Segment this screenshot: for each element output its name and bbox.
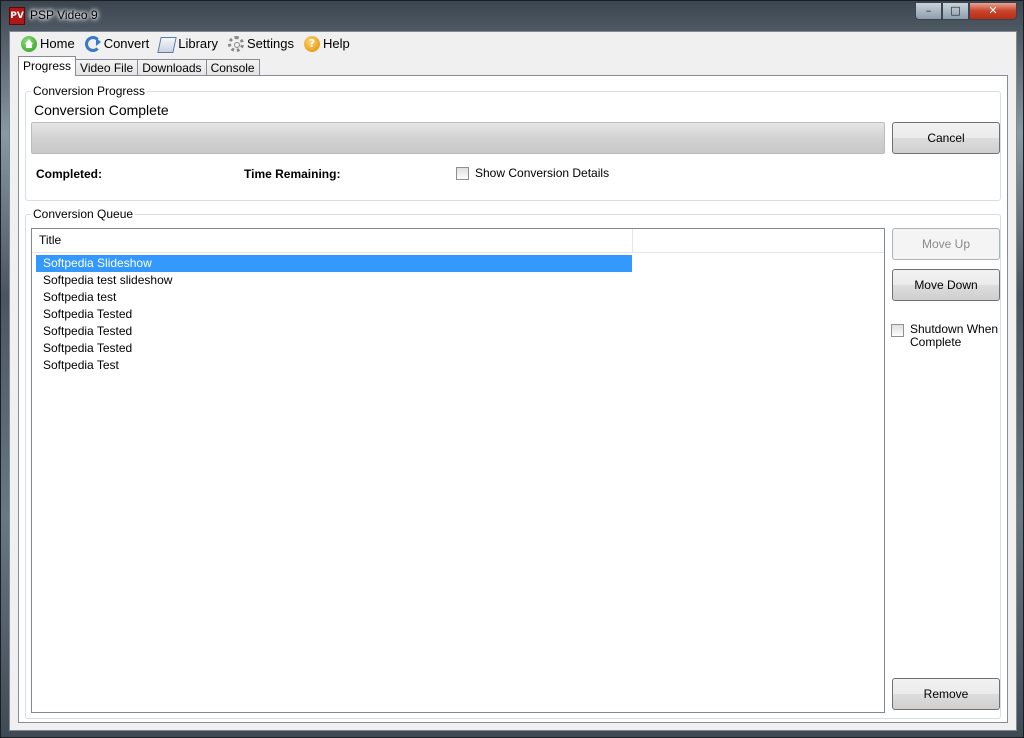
show-conversion-details-checkbox[interactable]: Show Conversion Details (456, 166, 609, 180)
shutdown-when-complete-checkbox[interactable]: Shutdown When Complete (891, 323, 1000, 349)
caption-buttons: – □ ✕ (915, 2, 1017, 20)
remove-button[interactable]: Remove (892, 678, 1000, 710)
menu-home[interactable]: Home (20, 34, 76, 54)
menu-library[interactable]: Library (157, 34, 219, 54)
tab-strip: Progress Video File Downloads Console (18, 56, 260, 76)
close-button[interactable]: ✕ (969, 2, 1017, 20)
conversion-progress-bar (31, 122, 885, 154)
menu-help-label: Help (322, 36, 350, 51)
column-header-title[interactable]: Title (32, 229, 633, 252)
completed-label: Completed: (36, 167, 102, 181)
shutdown-when-complete-box[interactable] (891, 324, 904, 337)
menu-bar: Home Convert Library Settings ? Help (10, 32, 1016, 55)
title-bar[interactable]: PV PSP Video 9 – □ ✕ (1, 1, 1023, 31)
app-icon[interactable]: PV (9, 7, 25, 25)
library-icon (157, 37, 177, 53)
move-down-button[interactable]: Move Down (892, 269, 1000, 301)
maximize-button[interactable]: □ (942, 2, 969, 20)
conversion-queue-legend: Conversion Queue (31, 207, 136, 221)
tab-video-file[interactable]: Video File (75, 59, 139, 76)
tab-console[interactable]: Console (205, 59, 260, 76)
menu-help[interactable]: ? Help (303, 34, 351, 54)
conversion-progress-legend: Conversion Progress (31, 84, 148, 98)
home-icon (21, 35, 37, 52)
menu-settings-label: Settings (246, 36, 294, 51)
tab-progress[interactable]: Progress (18, 56, 77, 76)
settings-icon (227, 35, 244, 52)
shutdown-when-complete-label: Shutdown When Complete (910, 322, 999, 349)
help-icon: ? (303, 35, 320, 52)
move-up-button[interactable]: Move Up (892, 228, 1000, 260)
convert-icon (84, 35, 101, 52)
menu-library-label: Library (178, 36, 218, 51)
menu-settings[interactable]: Settings (227, 34, 295, 54)
app-window: PV PSP Video 9 – □ ✕ Home Convert Librar… (0, 0, 1024, 738)
list-item[interactable]: Softpedia Tested (36, 340, 632, 357)
time-remaining-label: Time Remaining: (244, 167, 341, 181)
list-header: Title (32, 229, 884, 253)
menu-convert-label: Convert (103, 36, 150, 51)
tab-downloads[interactable]: Downloads (137, 59, 207, 76)
cancel-button[interactable]: Cancel (892, 122, 1000, 154)
list-item[interactable]: Softpedia Test (36, 357, 632, 374)
conversion-queue-list[interactable]: Title Softpedia Slideshow Softpedia test … (31, 228, 885, 713)
progress-tab-panel: Conversion Progress Conversion Complete … (18, 75, 1008, 723)
list-item[interactable]: Softpedia Tested (36, 306, 632, 323)
client-area: Home Convert Library Settings ? Help Pro… (9, 31, 1017, 731)
list-rows: Softpedia Slideshow Softpedia test slides… (32, 253, 884, 374)
show-conversion-details-label: Show Conversion Details (475, 166, 610, 180)
conversion-queue-group: Conversion Queue Title Softpedia Slidesh… (25, 207, 1001, 719)
menu-convert[interactable]: Convert (84, 34, 151, 54)
conversion-progress-group: Conversion Progress Conversion Complete … (25, 84, 1001, 201)
minimize-button[interactable]: – (915, 2, 942, 20)
menu-home-label: Home (40, 36, 75, 51)
conversion-status-text: Conversion Complete (34, 102, 169, 118)
window-title: PSP Video 9 (30, 8, 98, 22)
list-item[interactable]: Softpedia Slideshow (36, 255, 632, 272)
show-conversion-details-box[interactable] (456, 167, 469, 180)
list-item[interactable]: Softpedia Tested (36, 323, 632, 340)
list-item[interactable]: Softpedia test (36, 289, 632, 306)
list-item[interactable]: Softpedia test slideshow (36, 272, 632, 289)
